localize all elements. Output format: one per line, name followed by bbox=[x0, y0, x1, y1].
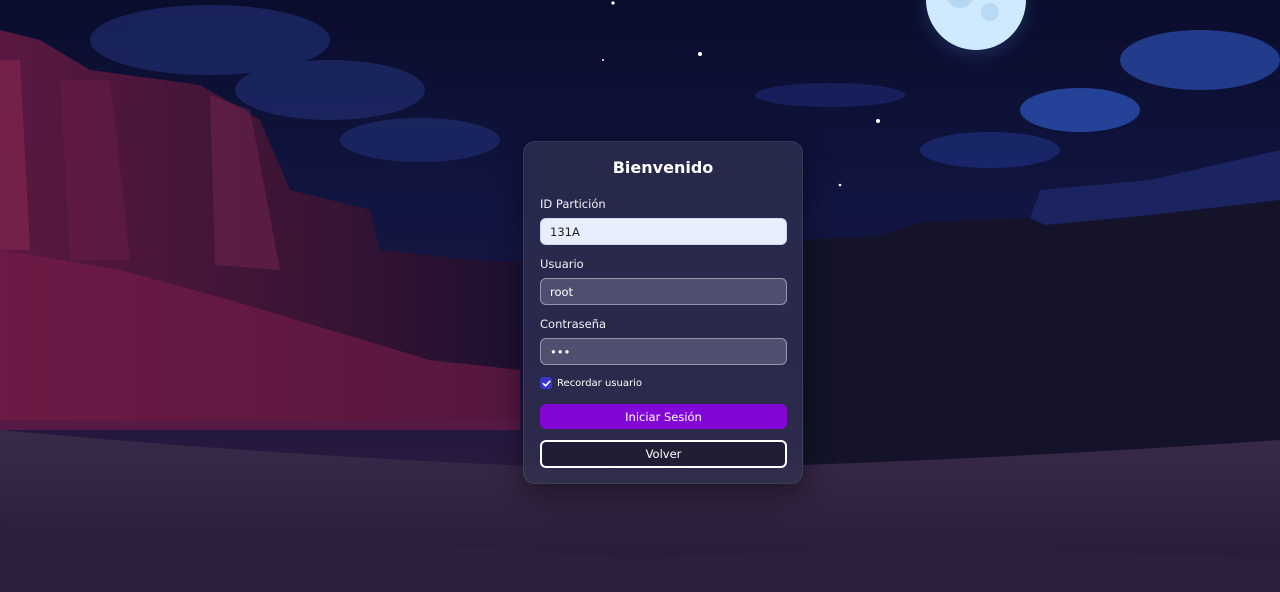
password-input[interactable] bbox=[540, 338, 787, 365]
remember-user-checkbox[interactable] bbox=[540, 377, 552, 389]
partition-id-label: ID Partición bbox=[540, 197, 606, 211]
username-label: Usuario bbox=[540, 257, 584, 271]
right-cliffs bbox=[804, 150, 1280, 470]
remember-user-label: Recordar usuario bbox=[557, 377, 642, 389]
login-button[interactable]: Iniciar Sesión bbox=[540, 404, 787, 429]
login-title: Bienvenido bbox=[612, 158, 714, 177]
partition-id-input[interactable] bbox=[540, 218, 787, 245]
login-screen: Bienvenido ID Partición Usuario Contrase… bbox=[0, 0, 1280, 592]
check-icon bbox=[542, 380, 551, 387]
password-label: Contraseña bbox=[540, 317, 607, 331]
back-button[interactable]: Volver bbox=[540, 440, 787, 468]
moon bbox=[914, 0, 1038, 66]
remember-user-row[interactable]: Recordar usuario bbox=[540, 377, 642, 389]
username-input[interactable] bbox=[540, 278, 787, 305]
login-card: Bienvenido ID Partición Usuario Contrase… bbox=[523, 141, 803, 484]
